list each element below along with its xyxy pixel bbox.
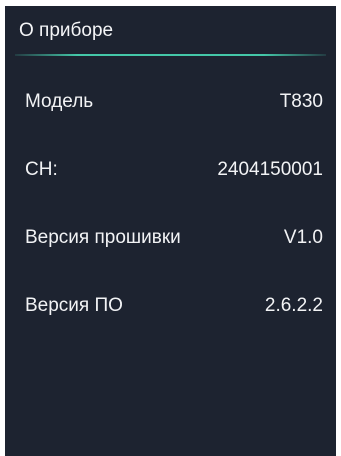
page-title: О приборе bbox=[19, 20, 114, 41]
firmware-label: Версия прошивки bbox=[25, 227, 181, 248]
model-label: Модель bbox=[25, 91, 94, 112]
info-row-software: Версия ПО 2.6.2.2 bbox=[5, 293, 336, 319]
software-value: 2.6.2.2 bbox=[264, 295, 323, 316]
software-label: Версия ПО bbox=[25, 295, 123, 316]
info-row-model: Модель T830 bbox=[5, 89, 336, 115]
model-value: T830 bbox=[279, 91, 323, 112]
header-divider bbox=[15, 54, 326, 56]
screen-header: О приборе bbox=[5, 6, 336, 56]
info-row-firmware: Версия прошивки V1.0 bbox=[5, 225, 336, 251]
firmware-value: V1.0 bbox=[283, 227, 323, 248]
serial-label: СН: bbox=[25, 159, 58, 180]
serial-value: 2404150001 bbox=[217, 159, 323, 180]
info-row-serial: СН: 2404150001 bbox=[5, 157, 336, 183]
device-screen: О приборе Модель T830 СН: 2404150001 Вер… bbox=[5, 6, 336, 456]
